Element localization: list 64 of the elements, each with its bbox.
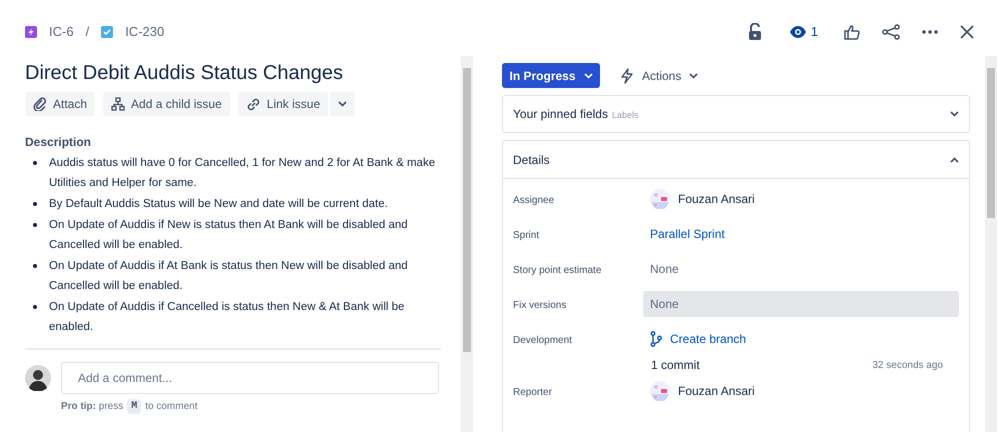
bullet [33, 305, 37, 309]
field-label: Development [513, 334, 573, 348]
breadcrumb-link[interactable]: IC-6 [49, 22, 74, 42]
field-label: Story point estimate [513, 264, 602, 278]
bullet [33, 161, 37, 165]
scrollbar[interactable] [461, 56, 473, 432]
key-hint: M [127, 399, 142, 414]
sprint-link[interactable]: Parallel Sprint [643, 221, 732, 247]
toolbar-button[interactable]: Add a child issue [103, 92, 230, 116]
panel-title: Details [513, 152, 550, 168]
lock-icon[interactable] [746, 23, 763, 41]
list-item-text: On Update of Auddis if Cancelled is status then New & At Bank will be enabled. [49, 300, 406, 335]
section-heading: Description [25, 134, 92, 151]
thumbs-up-icon[interactable] [844, 24, 860, 40]
chevron-down-icon [338, 101, 348, 107]
field-label: Reporter [513, 386, 553, 400]
bullet [33, 202, 37, 206]
avatar [25, 365, 51, 391]
bullet [33, 223, 37, 227]
link-icon [246, 96, 261, 112]
issue-title: Direct Debit Auddis Status Changes [25, 62, 344, 84]
panel-title: Your pinned fields [513, 106, 608, 123]
field-value[interactable]: None [643, 291, 959, 317]
breadcrumb-link[interactable]: IC-230 [125, 22, 164, 42]
chevron-down-icon [584, 72, 593, 78]
tip-text: to comment [145, 400, 198, 414]
close-icon[interactable] [960, 25, 974, 39]
lightning-icon [25, 26, 37, 38]
comment-field[interactable]: Add a comment... [61, 362, 439, 394]
tip-text: Pro tip: press [61, 400, 124, 414]
list-item-text: By Default Auddis Status will be New and date will be current date. [49, 197, 388, 212]
actions-button[interactable]: Actions [620, 66, 698, 84]
create-branch-link[interactable]: Create branch [643, 326, 754, 352]
scrollbar[interactable] [985, 56, 997, 432]
field-label: Assignee [513, 194, 556, 208]
user-name[interactable]: Fouzan Ansari [678, 382, 755, 400]
user-name[interactable]: Fouzan Ansari [678, 190, 755, 208]
list-item-text: On Update of Auddis if At Bank is status then New will be disabled and Cancelled will be enabled. [49, 259, 409, 294]
avatar-icon [650, 189, 670, 209]
checkbox-icon [101, 26, 114, 38]
pinned-fields-panel[interactable]: Your pinned fields Labels [502, 95, 970, 133]
status-button[interactable]: In Progress [502, 63, 600, 88]
field-label: Fix versions [513, 299, 568, 313]
bullet [33, 264, 37, 268]
commit-time: 32 seconds ago [872, 358, 943, 372]
toolbar-button[interactable]: Attach [25, 92, 96, 116]
breadcrumb-separator: / [86, 23, 90, 42]
hierarchy-icon [111, 97, 126, 111]
share-icon[interactable] [882, 24, 900, 40]
field-label: Sprint [513, 229, 540, 243]
branch-icon [650, 331, 662, 347]
more-icon[interactable] [922, 30, 938, 34]
avatar-icon [650, 381, 670, 401]
chevron-down-icon [689, 72, 698, 78]
eye-icon[interactable] [788, 26, 807, 38]
more-button[interactable] [330, 92, 356, 116]
toolbar-button[interactable]: Link issue [238, 92, 328, 116]
lightning-icon [620, 68, 634, 84]
list-item-text: Auddis status will have 0 for Cancelled, 1 for New and 2 for At Bank & make Utilities and Helper for same. [49, 156, 436, 191]
panel-hint: Labels [612, 109, 638, 122]
watcher-count: 1 [810, 23, 818, 42]
list-item-text: On Update of Auddis if New is status then At Bank will be disabled and Cancelled will be enabled. [49, 218, 409, 253]
paperclip-icon [33, 97, 47, 111]
commit-link[interactable]: 1 commit [651, 356, 700, 374]
